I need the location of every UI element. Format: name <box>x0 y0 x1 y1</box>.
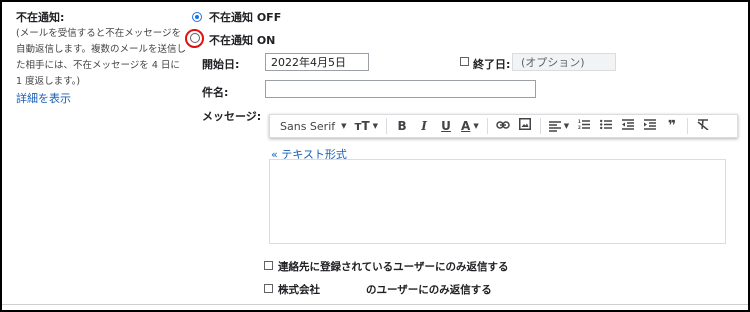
divider <box>2 304 748 305</box>
details-link[interactable]: 詳細を表示 <box>16 90 71 106</box>
chevron-down-icon: ▼ <box>341 122 347 130</box>
text-size-button[interactable]: тT ▼ <box>351 116 383 136</box>
company-only-checkbox[interactable] <box>264 284 273 293</box>
end-date-label: 終了日: <box>473 58 511 71</box>
bulleted-list-icon[interactable] <box>595 116 617 136</box>
remove-formatting-icon[interactable] <box>692 116 714 136</box>
chevron-down-icon: ▼ <box>372 122 379 130</box>
link-icon[interactable] <box>492 116 514 136</box>
vacation-off-label: 不在通知 OFF <box>209 11 282 24</box>
toolbar-divider <box>687 118 689 134</box>
message-label: メッセージ: <box>202 110 262 123</box>
subject-input[interactable] <box>265 80 536 98</box>
text-size-icon: тT <box>354 119 370 133</box>
svg-text:1: 1 <box>578 119 581 124</box>
message-body-editor[interactable] <box>269 159 726 244</box>
indent-less-icon[interactable] <box>617 116 639 136</box>
chevron-down-icon: ▼ <box>473 122 479 130</box>
svg-text:2: 2 <box>578 125 581 130</box>
toolbar-divider <box>539 118 541 134</box>
contacts-only-checkbox[interactable] <box>264 261 273 270</box>
vacation-description: (メールを受信すると不在メッセージを自動返信します。複数のメールを送信した相手に… <box>16 28 187 87</box>
align-button[interactable]: ▼ <box>545 116 573 136</box>
start-date-label: 開始日: <box>202 58 240 71</box>
align-icon <box>548 120 561 132</box>
quote-icon[interactable]: ❞ <box>661 116 683 136</box>
start-date-input[interactable]: 2022年4月5日 <box>265 53 369 71</box>
indent-more-icon[interactable] <box>639 116 661 136</box>
highlight-circle <box>185 29 204 48</box>
contacts-only-label: 連絡先に登録されているユーザーにのみ返信する <box>278 261 509 273</box>
toolbar-divider <box>486 118 488 134</box>
font-family-value: Sans Serif <box>280 119 336 133</box>
numbered-list-icon[interactable]: 12 <box>573 116 595 136</box>
formatting-toolbar: Sans Serif ▼ тT ▼ B I U A ▼ ▼ 12 ❞ <box>269 114 738 138</box>
italic-icon[interactable]: I <box>413 116 435 136</box>
vacation-off-radio[interactable] <box>192 12 202 22</box>
bold-icon[interactable]: B <box>391 116 413 136</box>
toolbar-divider <box>386 118 388 134</box>
vacation-on-label: 不在通知 ON <box>209 34 276 47</box>
end-date-input[interactable]: (オプション) <box>512 53 616 71</box>
image-icon[interactable] <box>514 116 536 136</box>
end-date-checkbox[interactable] <box>460 57 469 66</box>
chevron-down-icon: ▼ <box>563 122 570 130</box>
text-color-button[interactable]: A ▼ <box>457 116 483 136</box>
font-family-select[interactable]: Sans Serif ▼ <box>276 116 351 136</box>
underline-icon[interactable]: U <box>435 116 457 136</box>
text-color-icon: A <box>461 119 471 133</box>
vacation-title: 不在通知: <box>16 11 65 24</box>
subject-label: 件名: <box>202 86 229 99</box>
company-only-suffix: のユーザーにのみ返信する <box>366 284 492 296</box>
company-only-prefix: 株式会社 <box>278 284 320 296</box>
